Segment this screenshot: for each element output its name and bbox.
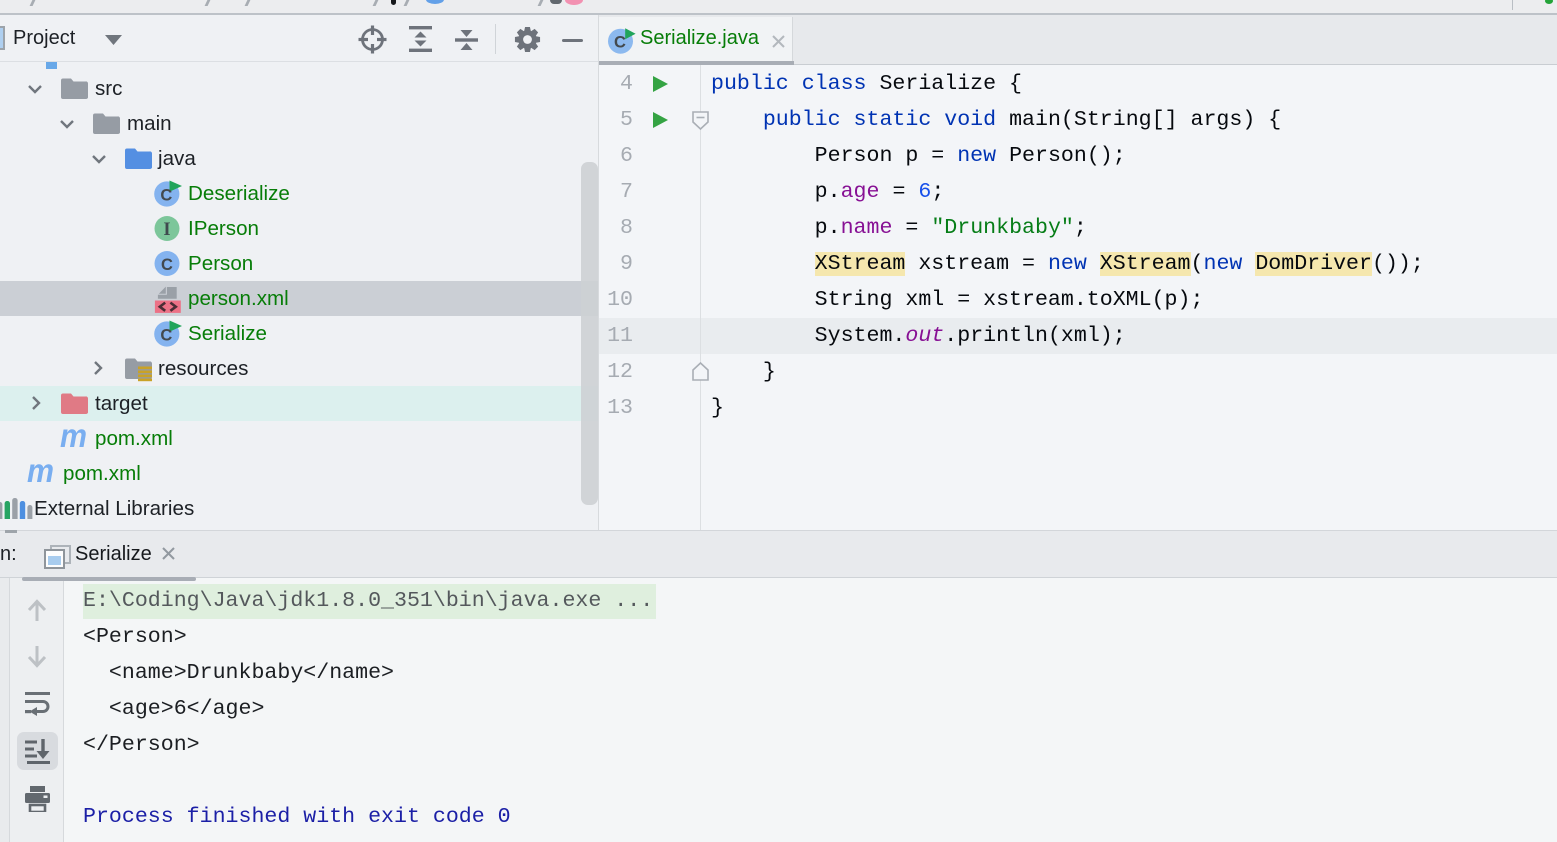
svg-text:C: C (161, 256, 173, 274)
svg-text:C: C (614, 34, 626, 52)
svg-text:C: C (160, 327, 172, 345)
svg-text:C: C (160, 187, 172, 205)
svg-text:I: I (163, 220, 170, 240)
